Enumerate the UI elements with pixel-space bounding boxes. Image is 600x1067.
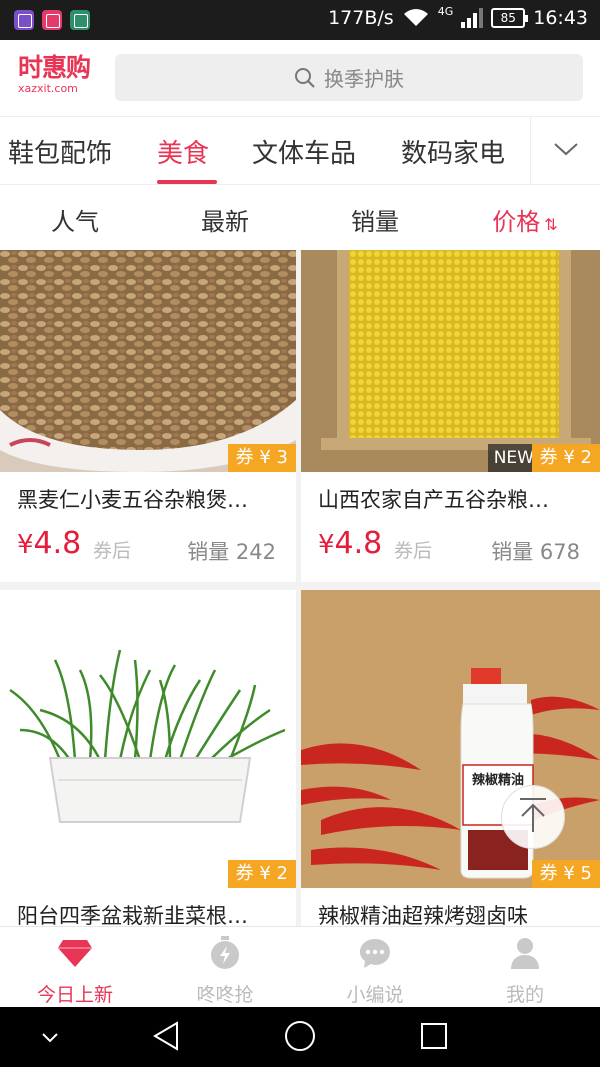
tab-food[interactable]: 美食 — [157, 133, 209, 170]
recents-square-icon — [420, 1022, 448, 1054]
diamond-icon — [57, 935, 93, 971]
app-header: 时惠购 xazxit.com 换季护肤 — [0, 40, 600, 116]
search-placeholder: 换季护肤 — [324, 67, 404, 91]
product-card[interactable]: 券 ¥ 3 黑麦仁小麦五谷杂粮煲… ¥4.8 券后 销量 242 — [0, 250, 296, 582]
notification-icons — [14, 10, 90, 30]
product-image-wheat: 券 ¥ 3 — [0, 250, 296, 472]
arrow-up-icon — [516, 796, 550, 838]
stopwatch-icon — [207, 935, 243, 971]
hide-keyboard-button[interactable] — [34, 1022, 66, 1054]
tab-label: 我的 — [505, 984, 544, 1006]
tab-label: 咚咚抢 — [196, 984, 254, 1006]
app-logo[interactable]: 时惠购 xazxit.com — [18, 54, 98, 102]
system-nav-bar — [0, 1007, 600, 1067]
svg-text:辣椒精油: 辣椒精油 — [472, 772, 524, 788]
clock: 16:43 — [533, 7, 588, 29]
network-type: 4G — [437, 4, 454, 18]
product-title: 黑麦仁小麦五谷杂粮煲… — [17, 488, 248, 512]
sort-bar: 人气 最新 销量 价格 ⇅ — [0, 184, 600, 250]
category-tabs: 鞋包配饰 美食 文体车品 数码家电 — [0, 116, 600, 185]
search-input[interactable]: 换季护肤 — [115, 54, 583, 101]
sort-popularity[interactable]: 人气 — [0, 202, 150, 237]
home-circle-icon — [284, 1020, 316, 1056]
product-card[interactable]: NEW 券 ¥ 2 山西农家自产五谷杂粮… ¥4.8 券后 销量 678 — [301, 250, 600, 582]
tab-label: 今日上新 — [36, 984, 113, 1006]
app-notification-icon — [42, 10, 62, 30]
chevron-down-icon — [41, 1029, 59, 1048]
sort-label: 最新 — [201, 208, 249, 236]
sort-label: 价格 — [492, 208, 541, 236]
back-triangle-icon — [152, 1021, 180, 1055]
voicemail-notification-icon — [70, 10, 90, 30]
product-card[interactable]: 辣椒精油 券 ¥ 5 辣椒精油超辣烤翅卤味 — [301, 590, 600, 926]
coupon-badge: 券 ¥ 2 — [227, 860, 296, 888]
gallery-notification-icon — [14, 10, 34, 30]
sort-price[interactable]: 价格 ⇅ — [450, 202, 600, 237]
network-speed: 177B/s — [328, 7, 394, 29]
tab-editor-says[interactable]: 小编说 — [300, 927, 450, 1008]
status-bar: 177B/s 4G 85 16:43 — [0, 0, 600, 40]
tab-digital-appliances[interactable]: 数码家电 — [401, 133, 505, 170]
price-note: 券后 — [93, 540, 132, 562]
search-icon — [294, 67, 316, 89]
user-icon — [507, 935, 543, 971]
tab-flash-sale[interactable]: 咚咚抢 — [150, 927, 300, 1008]
product-image-millet: NEW 券 ¥ 2 — [301, 250, 600, 472]
sort-label: 销量 — [351, 208, 399, 236]
product-price: ¥4.8 — [318, 526, 383, 561]
logo-domain: xazxit.com — [18, 82, 78, 95]
back-to-top-button[interactable] — [501, 785, 565, 849]
sales-count: 销量 242 — [187, 540, 276, 564]
sort-order-icon: ⇅ — [544, 215, 558, 234]
wifi-icon — [402, 8, 430, 28]
product-title: 山西农家自产五谷杂粮… — [318, 488, 549, 512]
bottom-tab-bar: 今日上新 咚咚抢 小编说 我的 — [0, 926, 600, 1007]
battery-icon: 85 — [491, 8, 529, 28]
tab-today-new[interactable]: 今日上新 — [0, 927, 150, 1008]
category-expand-button[interactable] — [530, 117, 600, 185]
coupon-badge: 券 ¥ 3 — [227, 444, 296, 472]
signal-icon — [461, 8, 484, 28]
sort-sales[interactable]: 销量 — [300, 202, 450, 237]
recents-button[interactable] — [418, 1022, 450, 1054]
product-price: ¥4.8 — [17, 526, 82, 561]
tab-stationery-car[interactable]: 文体车品 — [252, 133, 356, 170]
product-title: 阳台四季盆栽新韭菜根… — [17, 904, 248, 926]
chevron-down-icon — [553, 141, 579, 161]
sort-label: 人气 — [51, 208, 99, 236]
tab-shoes-bags[interactable]: 鞋包配饰 — [8, 133, 112, 170]
back-button[interactable] — [150, 1021, 182, 1055]
coupon-badge: 券 ¥ 2 — [531, 444, 600, 472]
product-image-chives: 券 ¥ 2 — [0, 590, 296, 888]
product-card[interactable]: 券 ¥ 2 阳台四季盆栽新韭菜根… — [0, 590, 296, 926]
product-image-chili-oil: 辣椒精油 券 ¥ 5 — [301, 590, 600, 888]
chat-bubble-icon — [357, 935, 393, 971]
price-note: 券后 — [394, 540, 433, 562]
home-button[interactable] — [284, 1020, 316, 1056]
status-indicators: 177B/s 4G 85 16:43 — [328, 4, 588, 30]
sales-count: 销量 678 — [491, 540, 580, 564]
sort-newest[interactable]: 最新 — [150, 202, 300, 237]
coupon-badge: 券 ¥ 5 — [531, 860, 600, 888]
tab-label: 小编说 — [346, 984, 404, 1006]
logo-text: 时惠购 — [18, 53, 91, 82]
product-title: 辣椒精油超辣烤翅卤味 — [318, 904, 528, 926]
tab-mine[interactable]: 我的 — [450, 927, 600, 1008]
